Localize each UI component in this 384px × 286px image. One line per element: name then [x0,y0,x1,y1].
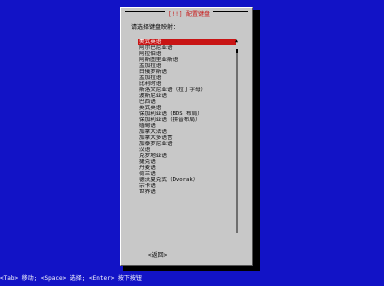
scrollbar[interactable]: ▲ [235,39,238,237]
installer-screen: [!!] 配置键盘 请选择键盘映射： 美式英语 阿尔巴尼亚语 阿拉伯语 阿斯图里亚斯语… [0,0,384,286]
scroll-up-arrow-icon[interactable]: ▲ [235,39,238,44]
scrollbar-track[interactable] [236,49,238,233]
keyboard-config-dialog: [!!] 配置键盘 请选择键盘映射： 美式英语 阿尔巴尼亚语 阿拉伯语 阿斯图里亚斯语… [120,7,253,266]
keymap-list[interactable]: 美式英语 阿尔巴尼亚语 阿拉伯语 阿斯图里亚斯语 孟加拉语 白俄罗斯语 孟加拉语 比利时语 斯洛… [138,39,236,195]
keymap-option[interactable]: 世界语 [138,189,236,195]
back-button[interactable]: <返回> [148,252,167,260]
prompt-text: 请选择键盘映射： [131,24,180,31]
dialog-title: [!!] 配置键盘 [165,10,214,19]
title-rule: [!!] 配置键盘 [125,10,248,19]
scrollbar-thumb[interactable] [236,49,238,53]
keyboard-hint: <Tab> 移动; <Space> 选择; <Enter> 按下按钮 [0,275,142,282]
